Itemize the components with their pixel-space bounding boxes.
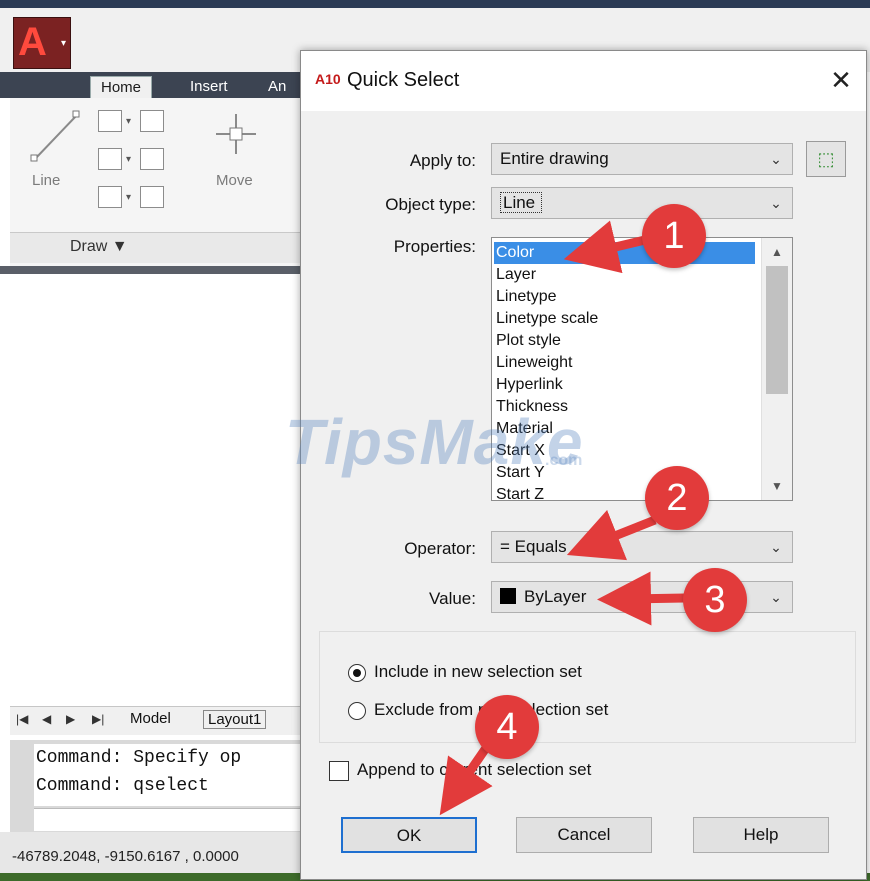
annotation-arrow-3 (597, 571, 686, 626)
annotation-badge-4: 4 (475, 695, 539, 759)
annotation-arrows (439, 220, 686, 816)
annotation-arrow-2 (566, 509, 657, 561)
annotation-arrow-1 (563, 220, 647, 274)
annotation-badge-3: 3 (683, 568, 747, 632)
annotation-badge-1: 1 (642, 204, 706, 268)
annotation-badge-2: 2 (645, 466, 709, 530)
annotation-arrow-4 (439, 742, 493, 816)
